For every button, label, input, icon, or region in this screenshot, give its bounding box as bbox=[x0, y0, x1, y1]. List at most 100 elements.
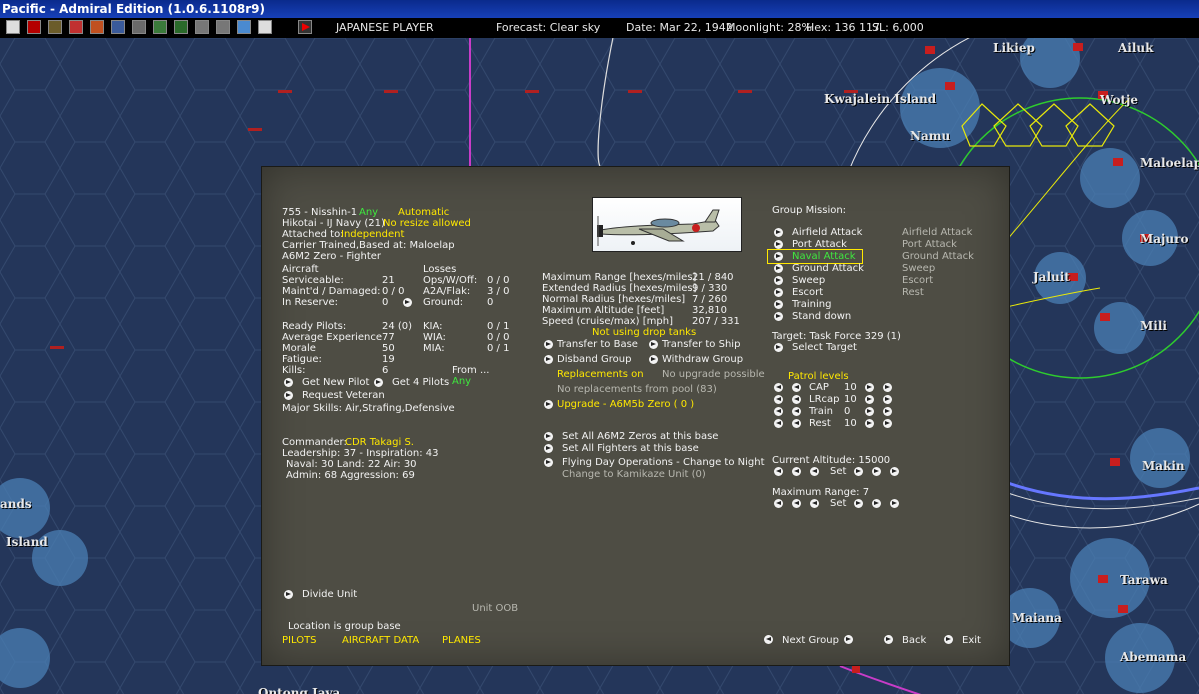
secondary-rest[interactable]: Rest bbox=[902, 287, 924, 298]
range-set-button[interactable]: Set bbox=[830, 498, 846, 509]
ship-icon[interactable] bbox=[111, 20, 125, 34]
mission-ground-arrow-icon[interactable] bbox=[774, 264, 783, 273]
end-turn-icon[interactable] bbox=[298, 20, 312, 34]
secondary-ground-attack[interactable]: Ground Attack bbox=[902, 251, 974, 262]
upgrade-arrow-icon[interactable] bbox=[544, 400, 553, 409]
mission-airfield-attack[interactable]: Airfield Attack bbox=[792, 227, 862, 238]
disband-button[interactable]: Disband Group bbox=[557, 354, 631, 365]
secondary-port-attack[interactable]: Port Attack bbox=[902, 239, 957, 250]
drop-tanks-toggle[interactable]: Not using drop tanks bbox=[592, 327, 696, 338]
lrcap-decrease-icon[interactable] bbox=[792, 395, 801, 404]
database-icon[interactable] bbox=[237, 20, 251, 34]
commander-name[interactable]: CDR Takagi S. bbox=[345, 437, 414, 448]
range-increase-small-icon[interactable] bbox=[854, 499, 863, 508]
set-all-a6m2-arrow-icon[interactable] bbox=[544, 432, 553, 441]
set-all-a6m2-button[interactable]: Set All A6M2 Zeros at this base bbox=[562, 431, 718, 442]
mission-training-arrow-icon[interactable] bbox=[774, 300, 783, 309]
withdraw-button[interactable]: Withdraw Group bbox=[662, 354, 743, 365]
rest-decrease-more-icon[interactable] bbox=[774, 419, 783, 428]
attached-value[interactable]: Independent bbox=[341, 229, 404, 240]
unit-mode[interactable]: Automatic bbox=[398, 207, 449, 218]
divide-unit-button[interactable]: Divide Unit bbox=[302, 589, 357, 600]
altitude-decrease-icon[interactable] bbox=[792, 467, 801, 476]
rest-increase-more-icon[interactable] bbox=[883, 419, 892, 428]
unit-icon[interactable] bbox=[174, 20, 188, 34]
from-value[interactable]: Any bbox=[452, 376, 471, 387]
back-arrow-icon[interactable] bbox=[884, 635, 893, 644]
altitude-decrease-more-icon[interactable] bbox=[774, 467, 783, 476]
altitude-increase-small-icon[interactable] bbox=[854, 467, 863, 476]
cap-increase-icon[interactable] bbox=[865, 383, 874, 392]
transfer-ship-arrow-icon[interactable] bbox=[649, 340, 658, 349]
cap-decrease-icon[interactable] bbox=[792, 383, 801, 392]
cap-increase-more-icon[interactable] bbox=[883, 383, 892, 392]
altitude-decrease-small-icon[interactable] bbox=[810, 467, 819, 476]
rest-increase-icon[interactable] bbox=[865, 419, 874, 428]
next-group-button[interactable]: Next Group bbox=[782, 635, 839, 646]
rising-sun-icon[interactable] bbox=[27, 20, 41, 34]
get-4-pilots-button[interactable]: Get 4 Pilots bbox=[392, 377, 449, 388]
request-veteran-arrow-icon[interactable] bbox=[284, 391, 293, 400]
replacements-toggle[interactable]: Replacements on bbox=[557, 369, 644, 380]
transfer-base-arrow-icon[interactable] bbox=[544, 340, 553, 349]
unit-name-any[interactable]: Any bbox=[359, 207, 378, 218]
train-increase-icon[interactable] bbox=[865, 407, 874, 416]
altitude-set-button[interactable]: Set bbox=[830, 466, 846, 477]
pilots-link[interactable]: PILOTS bbox=[282, 635, 317, 646]
divide-unit-arrow-icon[interactable] bbox=[284, 590, 293, 599]
range-decrease-icon[interactable] bbox=[792, 499, 801, 508]
planes-link[interactable]: PLANES bbox=[442, 635, 481, 646]
lrcap-increase-icon[interactable] bbox=[865, 395, 874, 404]
mission-sweep-arrow-icon[interactable] bbox=[774, 276, 783, 285]
exit-button[interactable]: Exit bbox=[962, 635, 981, 646]
select-target-button[interactable]: Select Target bbox=[792, 342, 857, 353]
mission-training[interactable]: Training bbox=[792, 299, 831, 310]
airfield-icon[interactable] bbox=[48, 20, 62, 34]
aircraft-data-link[interactable]: AIRCRAFT DATA bbox=[342, 635, 419, 646]
range-decrease-small-icon[interactable] bbox=[810, 499, 819, 508]
transfer-base-button[interactable]: Transfer to Base bbox=[557, 339, 638, 350]
set-all-fighters-arrow-icon[interactable] bbox=[544, 444, 553, 453]
range-increase-more-icon[interactable] bbox=[890, 499, 899, 508]
rest-decrease-icon[interactable] bbox=[792, 419, 801, 428]
unit-oob-button[interactable]: Unit OOB bbox=[472, 603, 518, 614]
upgrade-button[interactable]: Upgrade - A6M5b Zero ( 0 ) bbox=[557, 399, 694, 410]
disband-arrow-icon[interactable] bbox=[544, 355, 553, 364]
request-veteran-button[interactable]: Request Veteran bbox=[302, 390, 385, 401]
withdraw-arrow-icon[interactable] bbox=[649, 355, 658, 364]
mission-stand-down[interactable]: Stand down bbox=[792, 311, 851, 322]
mission-port-arrow-icon[interactable] bbox=[774, 240, 783, 249]
secondary-airfield-attack[interactable]: Airfield Attack bbox=[902, 227, 972, 238]
train-decrease-icon[interactable] bbox=[792, 407, 801, 416]
range-decrease-more-icon[interactable] bbox=[774, 499, 783, 508]
back-button[interactable]: Back bbox=[902, 635, 926, 646]
select-target-arrow-icon[interactable] bbox=[774, 343, 783, 352]
range-increase-icon[interactable] bbox=[872, 499, 881, 508]
flying-day-button[interactable]: Flying Day Operations - Change to Night bbox=[562, 457, 765, 468]
train-increase-more-icon[interactable] bbox=[883, 407, 892, 416]
exit-arrow-icon[interactable] bbox=[944, 635, 953, 644]
globe-icon[interactable] bbox=[258, 20, 272, 34]
get-new-pilot-button[interactable]: Get New Pilot bbox=[302, 377, 369, 388]
lrcap-decrease-more-icon[interactable] bbox=[774, 395, 783, 404]
lrcap-increase-more-icon[interactable] bbox=[883, 395, 892, 404]
info-icon[interactable] bbox=[6, 20, 20, 34]
aircraft-icon[interactable] bbox=[132, 20, 146, 34]
factory-icon[interactable] bbox=[153, 20, 167, 34]
transfer-ship-button[interactable]: Transfer to Ship bbox=[662, 339, 740, 350]
mission-naval-attack[interactable]: Naval Attack bbox=[792, 251, 856, 262]
reserve-arrow-icon[interactable] bbox=[403, 298, 412, 307]
secondary-escort[interactable]: Escort bbox=[902, 275, 933, 286]
flying-day-arrow-icon[interactable] bbox=[544, 458, 553, 467]
cap-decrease-more-icon[interactable] bbox=[774, 383, 783, 392]
set-all-fighters-button[interactable]: Set All Fighters at this base bbox=[562, 443, 699, 454]
get-new-pilot-arrow-icon[interactable] bbox=[284, 378, 293, 387]
next-group-arrow-icon[interactable] bbox=[844, 635, 853, 644]
mission-airfield-arrow-icon[interactable] bbox=[774, 228, 783, 237]
cross-icon[interactable] bbox=[69, 20, 83, 34]
ops-icon[interactable] bbox=[216, 20, 230, 34]
altitude-increase-more-icon[interactable] bbox=[890, 467, 899, 476]
mission-ground-attack[interactable]: Ground Attack bbox=[792, 263, 864, 274]
altitude-increase-icon[interactable] bbox=[872, 467, 881, 476]
secondary-sweep[interactable]: Sweep bbox=[902, 263, 935, 274]
